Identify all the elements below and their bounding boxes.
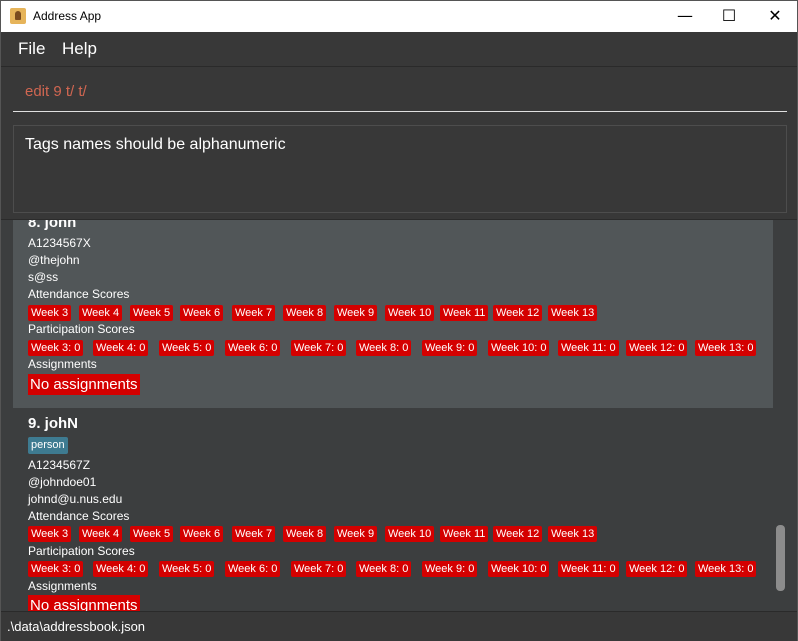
- result-display: Tags names should be alphanumeric: [13, 125, 787, 213]
- participation-chip: Week 8: 0: [356, 561, 412, 577]
- student-id: A1234567X: [28, 236, 91, 250]
- person-list-panel[interactable]: 8. john A1234567X @thejohn s@ss Attendan…: [1, 219, 797, 611]
- assignments-label: Assignments: [28, 357, 97, 371]
- participation-chip: Week 7: 0: [291, 340, 347, 356]
- student-id: A1234567Z: [28, 458, 91, 472]
- attendance-chip: Week 5: [130, 305, 174, 321]
- attendance-chip: Week 13: [548, 305, 598, 321]
- app-window: Address App — ☐ ✕ File Help edit 9 t/ t/…: [0, 0, 798, 641]
- attendance-chip: Week 9: [334, 526, 378, 542]
- participation-chip: Week 10: 0: [488, 340, 550, 356]
- participation-chip: Week 9: 0: [422, 340, 478, 356]
- participation-chip: Week 13: 0: [695, 561, 757, 577]
- close-button[interactable]: ✕: [752, 1, 798, 32]
- person-card[interactable]: 8. john A1234567X @thejohn s@ss Attendan…: [13, 219, 773, 408]
- participation-chip: Week 10: 0: [488, 561, 550, 577]
- window-title: Address App: [33, 9, 102, 23]
- email: johnd@u.nus.edu: [28, 492, 123, 506]
- menu-bar: File Help: [1, 32, 797, 67]
- attendance-label: Attendance Scores: [28, 287, 130, 301]
- attendance-chip: Week 11: [440, 305, 489, 321]
- attendance-chip: Week 12: [493, 305, 543, 321]
- person-name: 9. johN: [28, 415, 79, 432]
- result-message: Tags names should be alphanumeric: [25, 136, 286, 153]
- command-box[interactable]: edit 9 t/ t/: [13, 75, 787, 112]
- attendance-chip: Week 6: [180, 305, 224, 321]
- attendance-chip: Week 7: [232, 305, 276, 321]
- minimize-button[interactable]: —: [662, 1, 708, 32]
- tag-badge: person: [28, 437, 68, 454]
- attendance-chip: Week 3: [28, 526, 72, 542]
- menu-file[interactable]: File: [18, 39, 45, 59]
- participation-chip: Week 6: 0: [225, 561, 281, 577]
- participation-chip: Week 3: 0: [28, 340, 84, 356]
- email: s@ss: [28, 270, 59, 284]
- participation-chip: Week 4: 0: [93, 340, 149, 356]
- person-card[interactable]: 9. johN person A1234567Z @johndoe01 john…: [13, 408, 773, 611]
- attendance-chip: Week 4: [79, 526, 123, 542]
- command-input[interactable]: edit 9 t/ t/: [25, 83, 87, 100]
- attendance-chip: Week 13: [548, 526, 598, 542]
- attendance-label: Attendance Scores: [28, 509, 130, 523]
- telegram-handle: @johndoe01: [28, 475, 97, 489]
- participation-chip: Week 6: 0: [225, 340, 281, 356]
- attendance-chip: Week 3: [28, 305, 72, 321]
- attendance-chip: Week 8: [283, 305, 327, 321]
- participation-chip: Week 12: 0: [626, 340, 688, 356]
- attendance-chip: Week 10: [385, 305, 435, 321]
- participation-label: Participation Scores: [28, 544, 135, 558]
- assignments-value: No assignments: [28, 595, 140, 611]
- participation-chip: Week 13: 0: [695, 340, 757, 356]
- participation-chip: Week 9: 0: [422, 561, 478, 577]
- participation-chip: Week 7: 0: [291, 561, 347, 577]
- participation-chip: Week 8: 0: [356, 340, 412, 356]
- attendance-chip: Week 4: [79, 305, 123, 321]
- participation-chip: Week 5: 0: [159, 561, 215, 577]
- telegram-handle: @thejohn: [28, 253, 80, 267]
- participation-chip: Week 11: 0: [558, 561, 619, 577]
- attendance-chip: Week 8: [283, 526, 327, 542]
- attendance-chip: Week 9: [334, 305, 378, 321]
- status-bar: .\data\addressbook.json: [1, 611, 797, 641]
- participation-chip: Week 4: 0: [93, 561, 149, 577]
- list-scrollbar[interactable]: [776, 525, 785, 591]
- assignments-label: Assignments: [28, 579, 97, 593]
- person-name: 8. john: [28, 219, 77, 231]
- attendance-chip: Week 6: [180, 526, 224, 542]
- participation-chip: Week 3: 0: [28, 561, 84, 577]
- participation-chip: Week 11: 0: [558, 340, 619, 356]
- attendance-chip: Week 5: [130, 526, 174, 542]
- assignments-value: No assignments: [28, 374, 140, 395]
- attendance-chip: Week 7: [232, 526, 276, 542]
- address-book-icon: [10, 8, 26, 24]
- participation-chip: Week 5: 0: [159, 340, 215, 356]
- attendance-chip: Week 12: [493, 526, 543, 542]
- attendance-chip: Week 10: [385, 526, 435, 542]
- participation-label: Participation Scores: [28, 322, 135, 336]
- maximize-button[interactable]: ☐: [706, 1, 752, 32]
- participation-chip: Week 12: 0: [626, 561, 688, 577]
- attendance-chip: Week 11: [440, 526, 489, 542]
- save-file-path: .\data\addressbook.json: [7, 619, 146, 634]
- title-bar: Address App — ☐ ✕: [1, 1, 797, 32]
- menu-help[interactable]: Help: [62, 39, 97, 59]
